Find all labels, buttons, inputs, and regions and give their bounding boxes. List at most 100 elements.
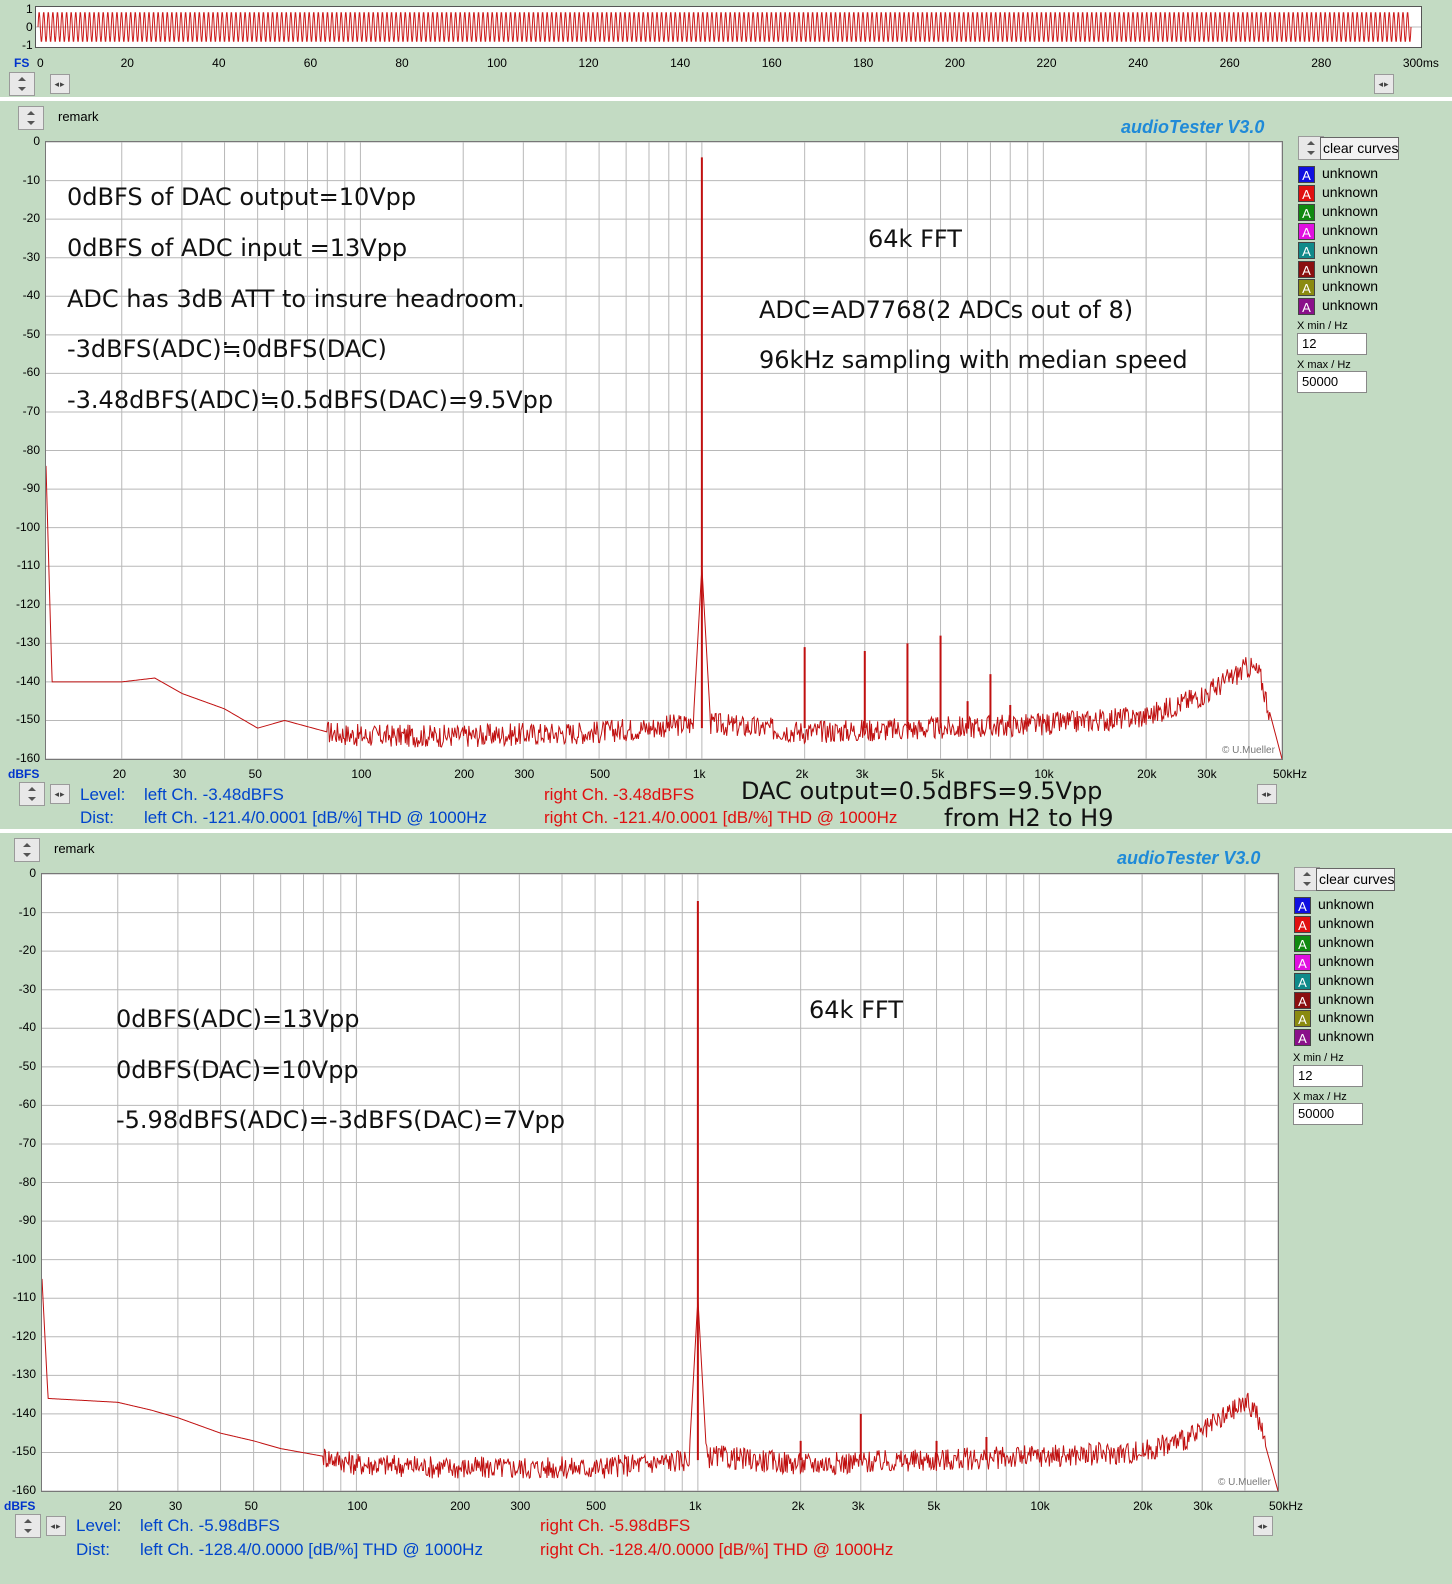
curve-color-badge[interactable]: A xyxy=(1294,953,1311,971)
scope-x-tick: 60 xyxy=(303,56,318,70)
scope-waveform-plot xyxy=(35,6,1422,48)
xmax-label: X max / Hz xyxy=(1297,359,1351,371)
curve-color-badge[interactable]: A xyxy=(1294,915,1311,933)
y-tick-label: -80 xyxy=(18,1174,36,1189)
y-tick-label: -90 xyxy=(18,1213,36,1228)
curve-color-badge[interactable]: A xyxy=(1294,934,1311,952)
y-unit-label: dBFS xyxy=(8,767,40,781)
app-title: audioTester V3.0 xyxy=(1121,117,1265,137)
dist-right: right Ch. -121.4/0.0001 [dB/%] THD @ 100… xyxy=(544,808,898,827)
curve-color-badge[interactable]: A xyxy=(1298,203,1315,221)
x-tick-label: 50 xyxy=(248,767,262,781)
x-tick-label: 30k xyxy=(1197,767,1217,781)
annotation-text: 0dBFS(ADC)=13Vpp xyxy=(116,1005,360,1033)
x-tick-label: 300 xyxy=(514,767,535,781)
level-left: left Ch. -3.48dBFS xyxy=(144,785,284,804)
status-scroll-arrows[interactable]: ◂▸ xyxy=(50,784,70,804)
harmonic-range-note: from H2 to H9 xyxy=(944,804,1114,832)
y-tick-label: -40 xyxy=(22,288,40,303)
y-tick-label: -70 xyxy=(18,1135,36,1150)
x-tick-label: 30 xyxy=(168,1499,183,1513)
curve-label: unknown xyxy=(1322,183,1379,200)
x-tick-label: 20k xyxy=(1133,1499,1153,1513)
level-right: right Ch. -3.48dBFS xyxy=(544,785,695,804)
remark-label: remark xyxy=(58,109,99,124)
level-left: left Ch. -5.98dBFS xyxy=(140,1516,280,1535)
y-tick-label: -90 xyxy=(22,481,40,496)
y-tick-label: -60 xyxy=(22,365,40,380)
y-tick-label: -120 xyxy=(15,596,40,611)
xmin-label: X min / Hz xyxy=(1297,320,1348,332)
curve-color-badge[interactable]: A xyxy=(1298,298,1315,316)
x-tick-label: 50kHz xyxy=(1273,767,1308,781)
x-scroll-arrows[interactable]: ◂▸ xyxy=(1253,1516,1273,1536)
curve-label: unknown xyxy=(1322,240,1379,257)
x-tick-label: 20k xyxy=(1137,767,1157,781)
y-tick-label: -100 xyxy=(15,519,40,534)
curve-color-badge[interactable]: A xyxy=(1298,241,1315,259)
clear-curves-button[interactable]: clear curves xyxy=(1320,137,1399,160)
curve-label: unknown xyxy=(1318,1009,1375,1026)
remark-label: remark xyxy=(54,841,95,856)
scope-x-tick: 280 xyxy=(1311,56,1332,70)
curve-color-badge[interactable]: A xyxy=(1294,991,1311,1009)
annotation-text: -3dBFS(ADC)≒0dBFS(DAC) xyxy=(67,335,387,363)
xmin-input[interactable]: 12 xyxy=(1293,1065,1363,1087)
x-tick-label: 50kHz xyxy=(1269,1499,1304,1513)
x-tick-label: 2k xyxy=(791,1499,805,1513)
curve-color-badge[interactable]: A xyxy=(1294,972,1311,990)
curve-color-badge[interactable]: A xyxy=(1298,279,1315,297)
xmin-input[interactable]: 12 xyxy=(1297,333,1367,355)
annotation-text: 0dBFS(DAC)=10Vpp xyxy=(116,1056,359,1084)
annotation-text: ADC has 3dB ATT to insure headroom. xyxy=(67,285,525,313)
level-right: right Ch. -5.98dBFS xyxy=(540,1516,691,1535)
curve-color-badge[interactable]: A xyxy=(1298,166,1315,183)
xmax-input[interactable]: 50000 xyxy=(1297,371,1367,393)
x-tick-label: 30 xyxy=(172,767,187,781)
curve-color-badge[interactable]: A xyxy=(1298,184,1315,202)
remark-spinner[interactable] xyxy=(14,838,40,862)
scope-y-tick: 0 xyxy=(26,20,33,34)
curve-color-badge[interactable]: A xyxy=(1298,222,1315,240)
scope-x-tick: 180 xyxy=(853,56,874,70)
curve-color-badge[interactable]: A xyxy=(1294,1010,1311,1028)
scope-scroll-arrows[interactable]: ◂▸ xyxy=(50,74,70,94)
curve-color-badge[interactable]: A xyxy=(1294,897,1311,914)
y-tick-label: -20 xyxy=(18,943,36,958)
x-tick-label: 30k xyxy=(1193,1499,1213,1513)
curve-color-badge[interactable]: A xyxy=(1298,260,1315,278)
clear-curves-button[interactable]: clear curves xyxy=(1316,868,1395,891)
xmax-input[interactable]: 50000 xyxy=(1293,1103,1363,1125)
y-tick-label: -30 xyxy=(18,981,36,996)
x-tick-label: 3k xyxy=(851,1499,865,1513)
copyright-label: © U.Mueller xyxy=(1218,1477,1271,1488)
curve-label: unknown xyxy=(1318,990,1375,1007)
curve-label: unknown xyxy=(1318,933,1375,950)
y-tick-label: -160 xyxy=(15,751,40,765)
level-label: Level: xyxy=(76,1516,122,1535)
x-scroll-arrows[interactable]: ◂▸ xyxy=(1257,784,1277,804)
y-tick-label: -160 xyxy=(11,1483,36,1497)
curve-label: unknown xyxy=(1322,202,1379,219)
scope-waveform xyxy=(36,12,1421,42)
x-tick-label: 300 xyxy=(510,1499,531,1513)
x-tick-label: 5k xyxy=(927,1499,941,1513)
y-tick-label: -40 xyxy=(18,1020,36,1035)
status-spinner[interactable] xyxy=(19,782,45,806)
x-tick-label: 200 xyxy=(454,767,475,781)
scope-zoom-spinner[interactable] xyxy=(9,72,35,96)
scope-right-scroll-arrows[interactable]: ◂▸ xyxy=(1374,74,1394,94)
remark-spinner[interactable] xyxy=(18,106,44,130)
curve-label: unknown xyxy=(1322,165,1379,181)
y-unit-label: dBFS xyxy=(4,1499,36,1513)
annotation-text: 64k FFT xyxy=(868,225,962,253)
status-scroll-arrows[interactable]: ◂▸ xyxy=(46,1516,66,1536)
annotation-text: 96kHz sampling with median speed xyxy=(759,346,1188,374)
curve-color-badge[interactable]: A xyxy=(1294,1029,1311,1047)
status-spinner[interactable] xyxy=(15,1514,41,1538)
x-tick-label: 20 xyxy=(108,1499,123,1513)
x-tick-label: 100 xyxy=(347,1499,368,1513)
scope-x-tick: 140 xyxy=(670,56,691,70)
scope-x-tick: 300ms xyxy=(1402,56,1439,70)
app-title: audioTester V3.0 xyxy=(1117,848,1261,868)
